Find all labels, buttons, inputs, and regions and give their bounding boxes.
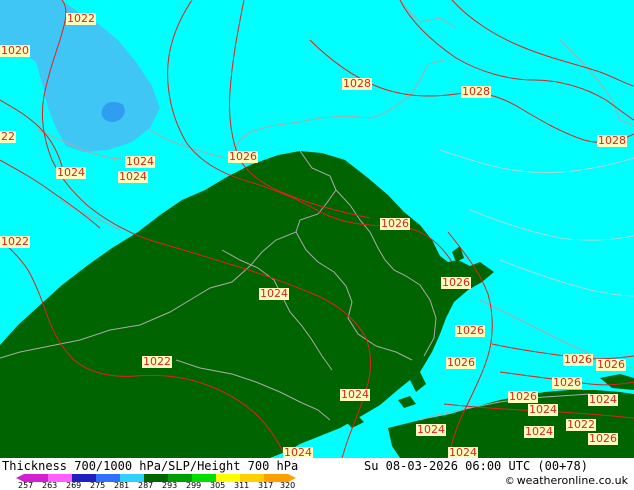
isobar-label: 1022: [142, 355, 172, 368]
copyright-text: weatheronline.co.uk: [516, 474, 628, 487]
isobar-label: 1024: [416, 423, 446, 436]
isobar-label: 1026: [380, 217, 410, 230]
legend-tick: 311: [234, 481, 250, 490]
map-title: Thickness 700/1000 hPa/SLP/Height 700 hP…: [2, 459, 299, 473]
isobar-label: 1024: [588, 393, 618, 406]
isobar-label: 1020: [0, 44, 30, 57]
legend-tick: 257: [18, 481, 34, 490]
legend-tick: 305: [210, 481, 226, 490]
isobar-label: 1024: [524, 425, 554, 438]
isobar-label: 1028: [461, 85, 491, 98]
isobar-label: 1022: [66, 12, 96, 25]
isobar-label: 1024: [283, 446, 313, 458]
isobar-label: 1026: [508, 390, 538, 403]
isobar-label: 1024: [448, 446, 478, 458]
isobar-label: 1024: [528, 403, 558, 416]
isobar-label: 1024: [340, 388, 370, 401]
legend-tick: 320: [280, 481, 296, 490]
isobar-label: 1024: [125, 155, 155, 168]
legend-tick: 263: [42, 481, 58, 490]
isobar-label: 1028: [597, 134, 627, 147]
isobar-label: 1026: [596, 358, 626, 371]
isobar-label: 1026: [228, 150, 258, 163]
legend-tick: 275: [90, 481, 106, 490]
isobar-label: 1026: [441, 276, 471, 289]
isobar-label: 1022: [0, 235, 30, 248]
map-canvas: [0, 0, 634, 458]
isobar-label: 1024: [118, 170, 148, 183]
isobar-label: 1028: [342, 77, 372, 90]
legend-tick: 287: [138, 481, 154, 490]
legend-tick: 317: [258, 481, 274, 490]
isobar-label: 1026: [588, 432, 618, 445]
isobar-label: 1024: [56, 166, 86, 179]
legend-tick: 299: [186, 481, 202, 490]
weather-map: 1022 1020 22 1028 1028 1028 1026 1024 10…: [0, 0, 634, 458]
copyright[interactable]: © weatheronline.co.uk: [505, 474, 628, 487]
map-datetime: Su 08-03-2026 06:00 UTC (00+78): [364, 459, 588, 473]
legend-tick: 293: [162, 481, 178, 490]
legend-tick: 281: [114, 481, 130, 490]
isobar-label: 1026: [455, 324, 485, 337]
isobar-label: 1026: [446, 356, 476, 369]
copyright-icon: ©: [504, 476, 515, 487]
isobar-label: 1024: [259, 287, 289, 300]
isobar-label: 22: [0, 130, 16, 143]
isobar-label: 1022: [566, 418, 596, 431]
isobar-label: 1026: [563, 353, 593, 366]
isobar-label: 1026: [552, 376, 582, 389]
legend-tick: 269: [66, 481, 82, 490]
